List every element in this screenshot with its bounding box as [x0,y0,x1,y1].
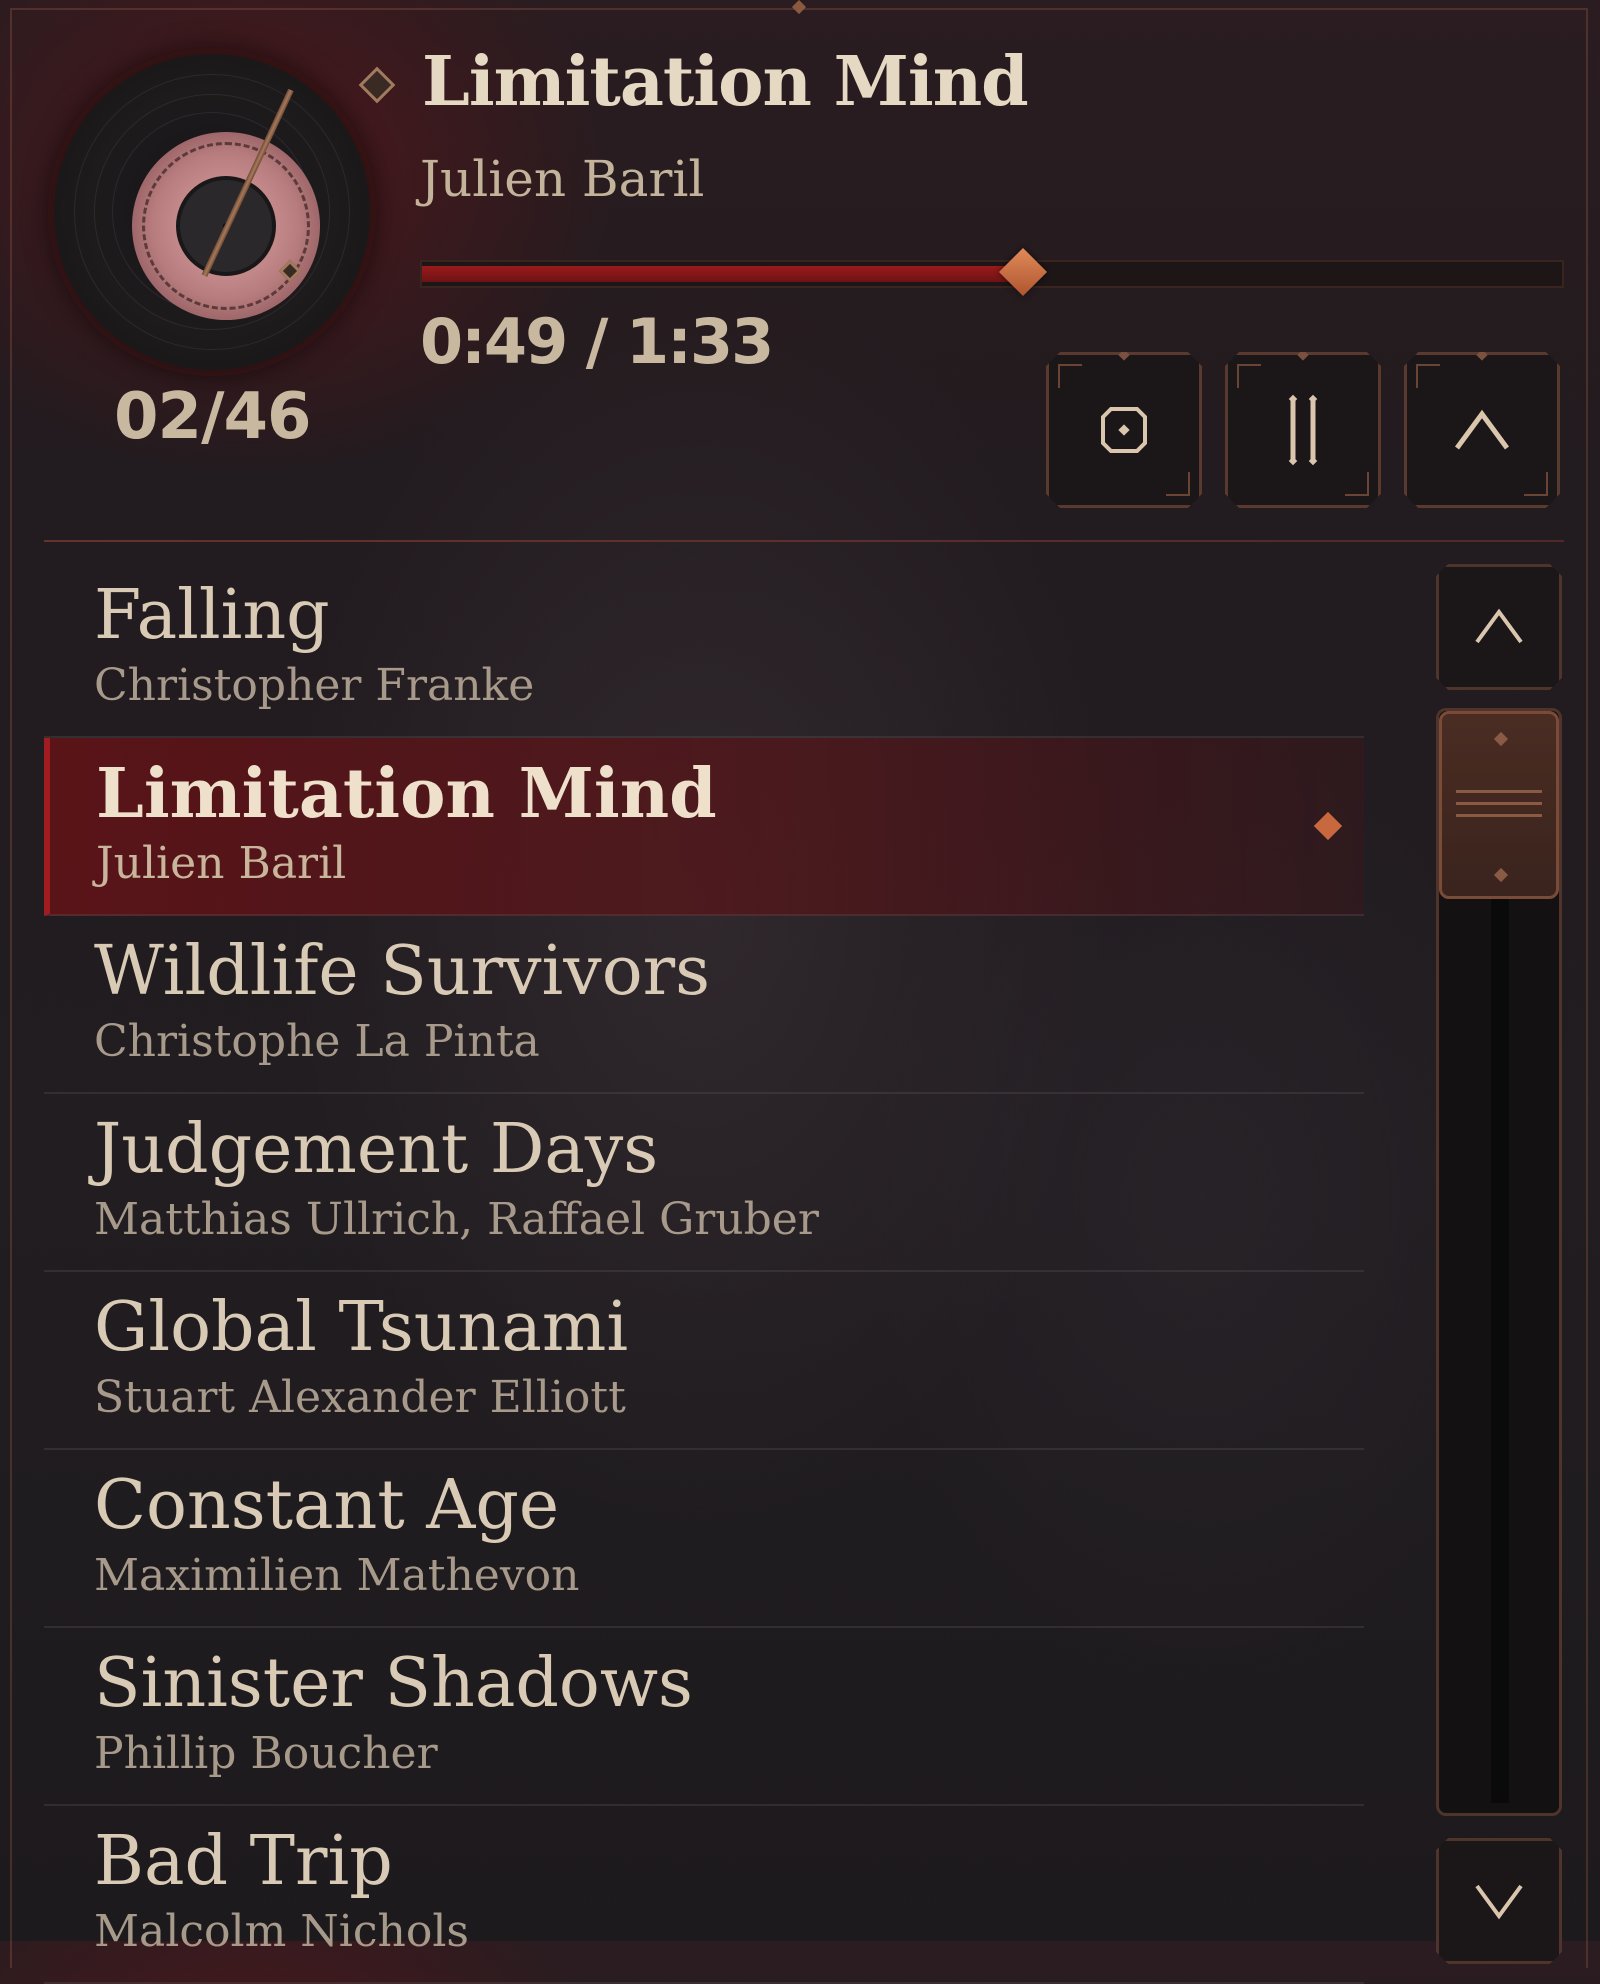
track-title: Limitation Mind [96,754,717,834]
track-artist: Julien Baril [96,838,347,889]
track-artist: Maximilien Mathevon [94,1550,580,1601]
pause-button[interactable] [1225,352,1381,508]
track-counter: 02/46 [114,380,311,454]
chevron-down-icon [1469,1876,1529,1926]
collapse-button[interactable] [1404,352,1560,508]
scroll-up-button[interactable] [1436,564,1562,690]
track-artist: Phillip Boucher [94,1728,438,1779]
vinyl-record [40,40,380,380]
track-title: Constant Age [94,1466,560,1545]
playback-time: 0:49 / 1:33 [420,305,774,378]
track-artist: Matthias Ullrich, Raffael Gruber [94,1194,819,1245]
stop-icon [1046,352,1202,508]
playlist-row-active[interactable]: Limitation Mind Julien Baril [44,738,1364,916]
playlist-row[interactable]: Global Tsunami Stuart Alexander Elliott [44,1272,1364,1450]
track-artist: Christophe La Pinta [94,1016,540,1067]
track-artist: Christopher Franke [94,660,535,711]
scroll-down-button[interactable] [1436,1838,1562,1964]
chevron-up-icon [1404,352,1560,508]
progress-bar[interactable] [420,247,1564,297]
track-title: Sinister Shadows [94,1644,693,1723]
track-artist: Malcolm Nichols [94,1906,469,1957]
track-title: Global Tsunami [94,1288,629,1367]
chevron-up-icon [1469,602,1529,652]
playlist-row[interactable]: Judgement Days Matthias Ullrich, Raffael … [44,1094,1364,1272]
scrollbar-track[interactable] [1436,708,1562,1816]
playlist-row[interactable]: Falling Christopher Franke [44,560,1364,738]
pause-icon [1225,352,1381,508]
track-artist: Stuart Alexander Elliott [94,1372,626,1423]
playlist-row[interactable]: Constant Age Maximilien Mathevon [44,1450,1364,1628]
playlist-row[interactable]: Wildlife Survivors Christophe La Pinta [44,916,1364,1094]
stop-button[interactable] [1046,352,1202,508]
header-divider [44,540,1564,542]
track-title: Bad Trip [94,1822,393,1901]
track-title: Wildlife Survivors [94,932,711,1011]
progress-fill [422,266,1023,282]
playlist-row[interactable]: Sinister Shadows Phillip Boucher [44,1628,1364,1806]
track-title: Judgement Days [94,1110,659,1189]
now-playing-marker [1313,811,1343,841]
playlist-row[interactable]: Bad Trip Malcolm Nichols [44,1806,1364,1984]
vinyl-disc [54,54,370,370]
now-playing-artist: Julien Baril [420,150,705,208]
track-title: Falling [94,576,330,655]
scrollbar-thumb[interactable] [1439,711,1559,899]
now-playing-title: Limitation Mind [422,42,1029,122]
